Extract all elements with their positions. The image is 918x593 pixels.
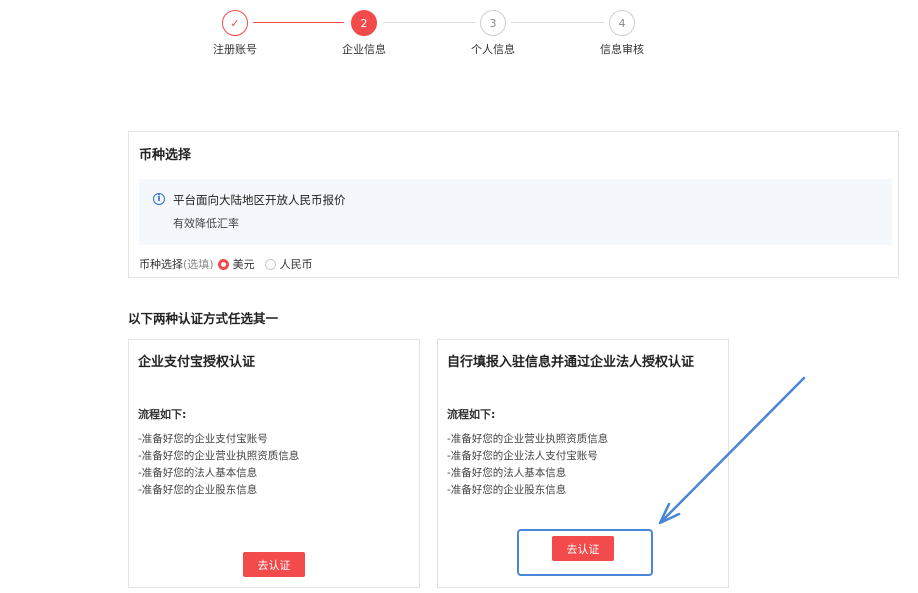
step-label: 个人信息 [471,43,515,56]
list-item: -准备好您的法人基本信息 [138,467,258,479]
step-label: 信息审核 [600,43,644,56]
step-personal-info: 3 个人信息 [448,10,538,57]
section-title: 以下两种认证方式任选其一 [128,311,279,326]
currency-panel: 币种选择 i 平台面向大陆地区开放人民币报价 有效降低汇率 币种选择 (选填) … [128,131,899,278]
radio-cny[interactable]: 人民币 [264,256,313,272]
radio-label: 美元 [232,258,255,271]
annotation-highlight-box [517,529,653,576]
flow-steps: -准备好您的企业支付宝账号 -准备好您的企业营业执照资质信息 -准备好您的法人基… [138,431,299,499]
step-number: 2 [351,10,377,36]
field-label: 币种选择 [139,258,183,271]
radio-selected-icon[interactable] [217,258,229,270]
radio-label: 人民币 [279,258,313,271]
verify-button[interactable]: 去认证 [243,552,305,577]
radio-usd[interactable]: 美元 [217,256,255,272]
notice-subtext: 有效降低汇率 [173,217,239,230]
info-notice: i 平台面向大陆地区开放人民币报价 有效降低汇率 [139,179,892,245]
flow-steps: -准备好您的企业营业执照资质信息 -准备好您的企业法人支付宝账号 -准备好您的法… [447,431,608,499]
notice-text: 平台面向大陆地区开放人民币报价 [173,193,346,207]
step-number: 3 [480,10,506,36]
step-number: 4 [609,10,635,36]
alipay-auth-card: 企业支付宝授权认证 流程如下: -准备好您的企业支付宝账号 -准备好您的企业营业… [128,339,420,588]
list-item: -准备好您的企业股东信息 [138,484,258,496]
step-label: 企业信息 [342,43,386,56]
panel-title: 币种选择 [139,148,192,163]
progress-stepper: ✓ 注册账号 2 企业信息 3 个人信息 4 信息审核 [0,10,918,60]
currency-field: 币种选择 (选填) 美元 人民币 [139,256,323,272]
radio-unselected-icon[interactable] [264,258,276,270]
step-register-account: ✓ 注册账号 [190,10,280,57]
flow-label: 流程如下: [447,408,496,421]
card-title: 企业支付宝授权认证 [138,355,256,370]
field-hint: (选填) [183,258,214,271]
list-item: -准备好您的企业营业执照资质信息 [138,450,300,462]
list-item: -准备好您的企业支付宝账号 [138,433,268,445]
list-item: -准备好您的法人基本信息 [447,467,567,479]
info-circle-icon: i [153,193,165,205]
card-title: 自行填报入驻信息并通过企业法人授权认证 [447,355,695,370]
check-icon: ✓ [222,10,248,36]
step-label: 注册账号 [213,43,257,56]
list-item: -准备好您的企业股东信息 [447,484,567,496]
list-item: -准备好您的企业法人支付宝账号 [447,450,598,462]
step-company-info: 2 企业信息 [319,10,409,57]
flow-label: 流程如下: [138,408,187,421]
step-info-review: 4 信息审核 [577,10,667,57]
list-item: -准备好您的企业营业执照资质信息 [447,433,609,445]
